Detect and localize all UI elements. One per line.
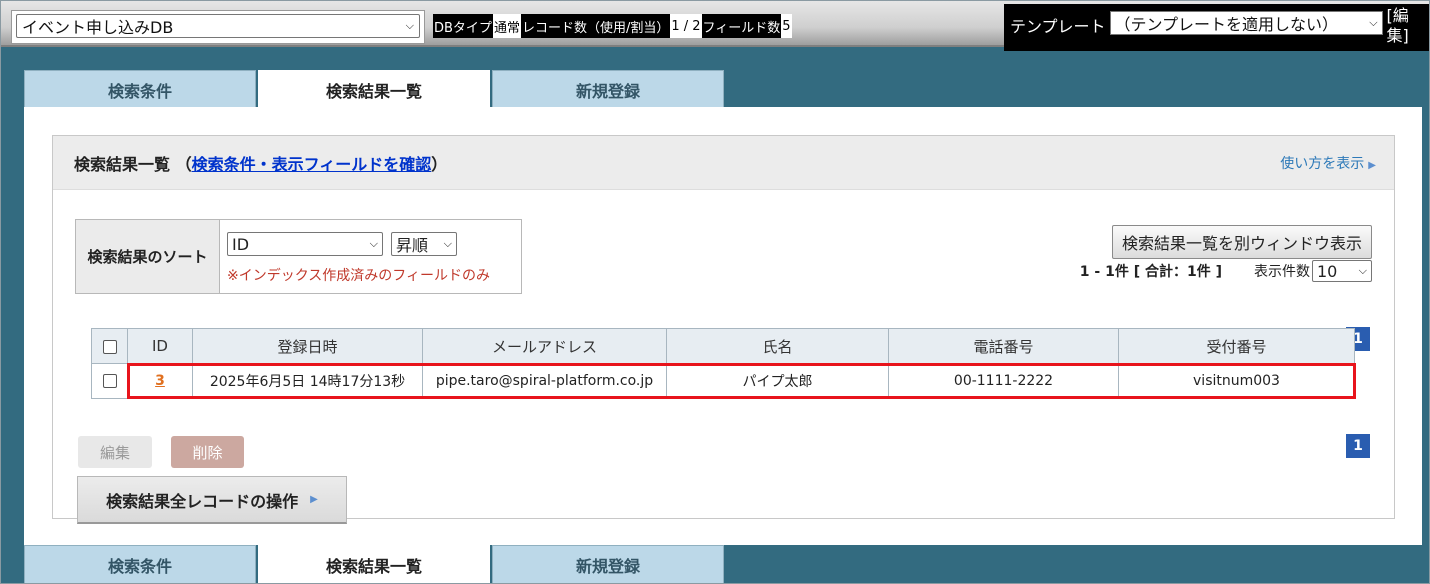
db-select-wrapper: イベント申し込みDB ⌵	[11, 10, 425, 44]
fields-value: 5	[781, 14, 792, 38]
db-meta: DBタイプ 通常 レコード数（使用/割当） 1 / 2 フィールド数 5	[433, 14, 792, 38]
main-panel: 検索結果一覧 （検索条件・表示フィールドを確認） 使い方を表示 ▶ 検索結果のソー…	[24, 107, 1422, 545]
chevron-down-icon: ⌵	[405, 19, 414, 32]
template-label: テンプレート	[1010, 17, 1106, 36]
tab-search-results-bottom[interactable]: 検索結果一覧	[258, 545, 490, 583]
db-select-value: イベント申し込みDB	[22, 18, 174, 37]
tab-search-conditions[interactable]: 検索条件	[24, 70, 256, 108]
tab-new-record-bottom[interactable]: 新規登録	[492, 545, 724, 583]
sort-field-select[interactable]: ID ⌵	[227, 232, 383, 256]
all-records-operation-button[interactable]: 検索結果全レコードの操作 ▶	[77, 476, 347, 524]
results-section: 検索結果一覧 （検索条件・表示フィールドを確認） 使い方を表示 ▶ 検索結果のソー…	[52, 135, 1395, 524]
pagination-page-1-bottom[interactable]: 1	[1346, 434, 1370, 458]
sort-order-value: 昇順	[396, 236, 429, 255]
edit-button[interactable]: 編集	[78, 436, 152, 468]
results-title-suffix: ）	[431, 154, 448, 174]
search-conditions-link[interactable]: 検索条件・表示フィールドを確認	[192, 155, 432, 174]
select-all-checkbox[interactable]	[102, 339, 117, 354]
column-header-name[interactable]: 氏名	[666, 328, 889, 364]
tab-bar-top: 検索条件 検索結果一覧 新規登録	[24, 70, 726, 108]
tab-search-conditions-bottom[interactable]: 検索条件	[24, 545, 256, 583]
help-link-label: 使い方を表示	[1280, 155, 1365, 172]
results-title: 検索結果一覧 （検索条件・表示フィールドを確認）	[74, 151, 447, 175]
per-page-value: 10	[1317, 261, 1338, 281]
results-table: ID 登録日時 メールアドレス 氏名 電話番号 受付番号 3 2025年6月5日…	[91, 328, 1355, 399]
column-header-receipt[interactable]: 受付番号	[1118, 328, 1355, 364]
triangle-right-icon: ▶	[310, 494, 318, 505]
row-select-cell	[91, 363, 128, 399]
template-select-value: （テンプレートを適用しない）	[1114, 15, 1339, 34]
all-records-operation-label: 検索結果全レコードの操作	[106, 491, 299, 511]
template-area: テンプレート （テンプレートを適用しない） ⌵ [編集]	[1004, 4, 1429, 51]
results-header: 検索結果一覧 （検索条件・表示フィールドを確認） 使い方を表示 ▶	[53, 136, 1394, 190]
sort-controls: ID ⌵ 昇順 ⌵ ※インデックス作成済みのフィールドのみ	[220, 220, 490, 293]
registered-cell: 2025年6月5日 14時17分13秒	[192, 363, 423, 399]
email-cell: pipe.taro@spiral-platform.co.jp	[422, 363, 667, 399]
per-page-select[interactable]: 10 ⌵	[1312, 260, 1372, 282]
phone-cell: 00-1111-2222	[888, 363, 1119, 399]
table-header-row: ID 登録日時 メールアドレス 氏名 電話番号 受付番号	[91, 328, 1355, 364]
sort-order-select[interactable]: 昇順 ⌵	[391, 232, 457, 256]
db-type-value: 通常	[492, 14, 521, 38]
db-select[interactable]: イベント申し込みDB ⌵	[16, 14, 420, 38]
results-title-text: 検索結果一覧 （	[74, 154, 192, 174]
sort-field-value: ID	[232, 234, 250, 254]
db-type-label: DBタイプ	[433, 14, 493, 38]
sort-label: 検索結果のソート	[76, 220, 220, 293]
template-edit-link[interactable]: [編集]	[1383, 6, 1413, 46]
tab-new-record[interactable]: 新規登録	[492, 70, 724, 108]
result-counts: 1 - 1件 [ 合計：1件 ] 表示件数 10 ⌵	[1080, 260, 1372, 282]
select-all-header	[91, 328, 128, 364]
chevron-down-icon: ⌵	[1358, 264, 1367, 277]
per-page-label: 表示件数	[1254, 264, 1310, 280]
record-id-link[interactable]: 3	[155, 373, 165, 389]
chevron-down-icon: ⌵	[1369, 16, 1378, 29]
sort-note: ※インデックス作成済みのフィールドのみ	[227, 268, 491, 284]
column-header-phone[interactable]: 電話番号	[888, 328, 1119, 364]
open-results-window-button[interactable]: 検索結果一覧を別ウィンドウ表示	[1111, 225, 1372, 259]
delete-button[interactable]: 削除	[171, 436, 244, 468]
chevron-down-icon: ⌵	[443, 237, 452, 250]
fields-label: フィールド数	[701, 14, 782, 38]
column-header-email[interactable]: メールアドレス	[422, 328, 667, 364]
tab-bar-bottom: 検索条件 検索結果一覧 新規登録	[24, 545, 726, 583]
result-count-text: 1 - 1件 [ 合計：1件 ]	[1079, 264, 1222, 280]
name-cell: パイプ太郎	[666, 363, 889, 399]
sort-box: 検索結果のソート ID ⌵ 昇順 ⌵ ※インデックス作成済みのフィールドのみ	[75, 219, 522, 294]
triangle-right-icon: ▶	[1368, 159, 1376, 171]
help-link[interactable]: 使い方を表示 ▶	[1280, 153, 1376, 173]
records-label: レコード数（使用/割当）	[520, 14, 671, 38]
receipt-cell: visitnum003	[1118, 363, 1355, 399]
row-checkbox[interactable]	[102, 374, 117, 388]
template-select[interactable]: （テンプレートを適用しない） ⌵	[1109, 11, 1383, 35]
id-cell: 3	[127, 363, 193, 399]
table-row: 3 2025年6月5日 14時17分13秒 pipe.taro@spiral-p…	[91, 363, 1355, 399]
column-header-id[interactable]: ID	[127, 328, 193, 364]
column-header-registered[interactable]: 登録日時	[192, 328, 423, 364]
chevron-down-icon: ⌵	[369, 237, 378, 250]
records-value: 1 / 2	[670, 14, 702, 38]
tab-search-results[interactable]: 検索結果一覧	[258, 70, 490, 108]
